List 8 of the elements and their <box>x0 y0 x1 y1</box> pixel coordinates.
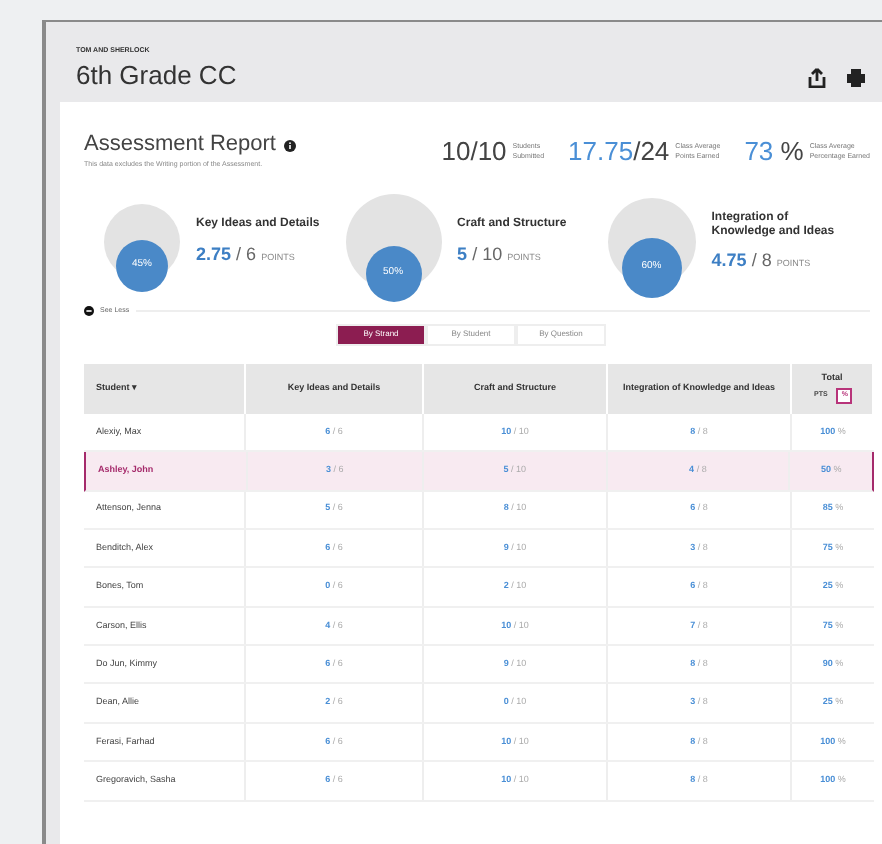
report-title: Assessment Report <box>84 134 276 156</box>
class-title: 6th Grade CC <box>76 62 239 88</box>
stat-value: 17.75/24 <box>568 138 670 164</box>
info-icon[interactable] <box>283 139 296 151</box>
stat-value: 73 % <box>744 138 804 164</box>
stat-value: 10/10 <box>441 138 507 164</box>
share-icon[interactable] <box>808 68 826 88</box>
collapse-icon[interactable] <box>84 305 94 316</box>
